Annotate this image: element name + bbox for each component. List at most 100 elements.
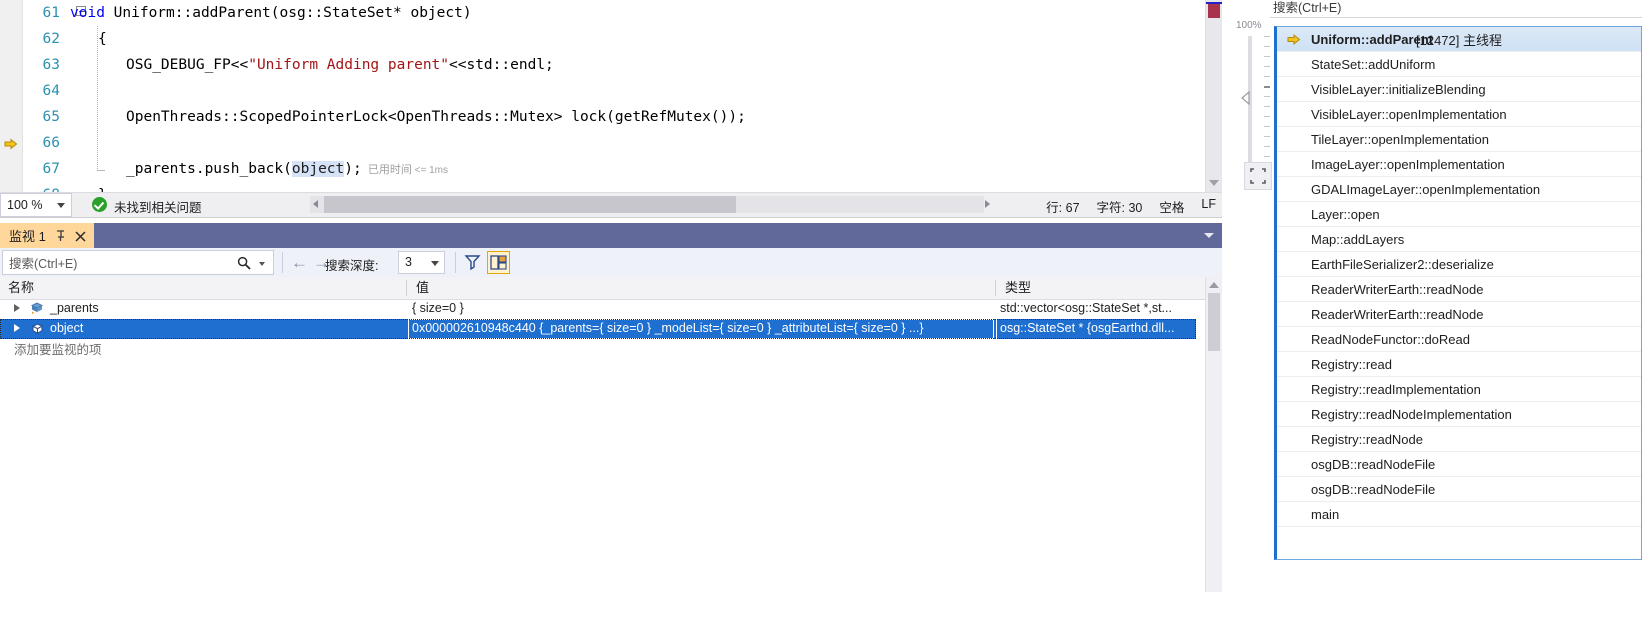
code-line[interactable]: 68} — [22, 182, 1222, 192]
call-stack-frame[interactable]: osgDB::readNodeFile — [1277, 452, 1641, 477]
call-stack-panel: 搜索(Ctrl+E) 100% [12472] 主线程 Uniform::add… — [1222, 0, 1642, 592]
zoom-level-dropdown[interactable]: 100 % — [0, 193, 72, 217]
watch-name-cell: _parents — [50, 301, 99, 315]
code-token: Uniform::addParent(osg::StateSet* object… — [113, 5, 472, 21]
call-stack-frame-label: ReaderWriterEarth::readNode — [1311, 306, 1484, 322]
call-stack-search-input[interactable]: 搜索(Ctrl+E) — [1270, 0, 1642, 18]
tab-watch-1[interactable]: 监视 1 — [0, 223, 94, 248]
search-input[interactable]: 搜索(Ctrl+E) — [2, 250, 274, 275]
code-line[interactable]: 61 void Uniform::addParent(osg::StateSet*… — [22, 0, 1222, 26]
code-token: OpenThreads::ScopedPointerLock<OpenThrea… — [126, 109, 746, 125]
search-options-chevron-icon[interactable] — [259, 262, 265, 266]
search-icon[interactable] — [237, 256, 251, 270]
call-stack-frame[interactable]: ImageLayer::openImplementation — [1277, 152, 1641, 177]
scroll-left-arrow-icon[interactable] — [313, 200, 318, 208]
watch-panel: 监视 1 搜索(Ctrl+E) ← → 搜索深度: 3 名称 值 类型 _par… — [0, 223, 1222, 592]
search-depth-dropdown[interactable]: 3 — [398, 251, 445, 274]
column-divider-2[interactable] — [995, 280, 996, 296]
watch-vertical-scrollbar[interactable] — [1205, 277, 1222, 592]
code-lines[interactable]: 61 void Uniform::addParent(osg::StateSet*… — [22, 0, 1222, 192]
call-stack-frame[interactable]: TileLayer::openImplementation — [1277, 127, 1641, 152]
call-stack-frame[interactable]: VisibleLayer::openImplementation — [1277, 102, 1641, 127]
editor-horizontal-scrollbar[interactable] — [310, 196, 990, 213]
zoom-slider-thumb[interactable] — [1241, 90, 1259, 106]
call-stack-frame[interactable]: Layer::open — [1277, 202, 1641, 227]
call-stack-frame-label: Uniform::addParent — [1311, 31, 1434, 47]
code-line[interactable]: 66 — [22, 130, 1222, 156]
line-number: 64 — [42, 83, 60, 99]
call-stack-frame[interactable]: StateSet::addUniform — [1277, 52, 1641, 77]
call-stack-frame[interactable]: Uniform::addParent — [1277, 27, 1641, 52]
call-stack-frame[interactable]: Map::addLayers — [1277, 227, 1641, 252]
filter-button[interactable] — [462, 251, 485, 274]
call-stack-frame[interactable]: osgDB::readNodeFile — [1277, 477, 1641, 502]
call-stack-frame-label: main — [1311, 506, 1340, 522]
editor-glyph-margin[interactable] — [0, 0, 23, 192]
fit-to-view-button[interactable] — [1244, 162, 1272, 190]
expand-chevron-icon[interactable] — [14, 304, 20, 312]
table-row[interactable]: object 0x000002610948c440 {_parents={ siz… — [0, 319, 1196, 339]
add-item-placeholder: 添加要监视的项 — [14, 343, 102, 357]
watch-add-item-row[interactable]: 添加要监视的项 — [0, 337, 1196, 357]
search-depth-label: 搜索深度: — [325, 259, 379, 273]
chevron-down-icon — [431, 261, 439, 266]
call-stack-frame[interactable]: GDALImageLayer::openImplementation — [1277, 177, 1641, 202]
hex-display-toggle-button[interactable] — [487, 251, 510, 274]
tab-overflow-chevron-icon[interactable] — [1204, 233, 1214, 238]
code-line[interactable]: 65 OpenThreads::ScopedPointerLock<OpenThr… — [22, 104, 1222, 130]
hscroll-thumb[interactable] — [324, 196, 736, 213]
line-number: 63 — [42, 57, 60, 73]
column-divider-1[interactable] — [406, 280, 407, 296]
code-line[interactable]: 62 { — [22, 26, 1222, 52]
call-stack-frame[interactable]: Registry::readNode — [1277, 427, 1641, 452]
column-header-value[interactable]: 值 — [408, 277, 996, 299]
call-stack-frame[interactable]: EarthFileSerializer2::deserialize — [1277, 252, 1641, 277]
code-token: OSG_DEBUG_FP<< — [126, 57, 249, 73]
column-header-type[interactable]: 类型 — [997, 277, 1197, 299]
watch-name-cell: object — [50, 321, 84, 335]
code-text: void Uniform::addParent(osg::StateSet* o… — [70, 0, 472, 26]
code-token: void — [70, 5, 114, 21]
call-stack-frame-label: Registry::readImplementation — [1311, 381, 1481, 397]
vs-debugger-window: 61 void Uniform::addParent(osg::StateSet*… — [0, 0, 1642, 592]
code-line[interactable]: 64 — [22, 78, 1222, 104]
line-number: 62 — [42, 31, 60, 47]
call-stack-list[interactable]: [12472] 主线程 Uniform::addParent StateSet::… — [1274, 26, 1642, 560]
call-stack-frame[interactable]: Registry::readImplementation — [1277, 377, 1641, 402]
call-stack-frame[interactable]: main — [1277, 502, 1641, 527]
watch-value-cell: { size=0 } — [412, 301, 464, 315]
call-stack-frame[interactable]: ReadNodeFunctor::doRead — [1277, 327, 1641, 352]
code-token: ); — [344, 161, 362, 177]
pin-icon[interactable] — [55, 229, 66, 242]
call-stack-frame[interactable]: ReaderWriterEarth::readNode — [1277, 302, 1641, 327]
editor-vertical-scrollbar[interactable] — [1205, 0, 1222, 192]
code-line[interactable]: 67 _parents.push_back(object); 已用时间 <= 1m… — [22, 156, 1222, 182]
call-stack-frame-label: ReadNodeFunctor::doRead — [1311, 331, 1470, 347]
call-stack-frame[interactable]: ReaderWriterEarth::readNode — [1277, 277, 1641, 302]
scroll-down-arrow-icon[interactable] — [1209, 180, 1219, 186]
watch-scroll-thumb[interactable] — [1208, 293, 1220, 351]
call-stack-frame-label: ImageLayer::openImplementation — [1311, 156, 1505, 172]
column-header-name[interactable]: 名称 — [0, 277, 408, 299]
watch-toolbar: 搜索(Ctrl+E) ← → 搜索深度: 3 — [0, 248, 1222, 278]
editor-status-bar: 100 % 未找到相关问题 行: 67 字符: 30 空格 LF — [0, 192, 1222, 218]
struct-icon — [30, 302, 45, 316]
code-line[interactable]: 63 OSG_DEBUG_FP<<"Uniform Adding parent"<… — [22, 52, 1222, 78]
scroll-up-arrow-icon[interactable] — [1209, 282, 1219, 288]
code-editor[interactable]: 61 void Uniform::addParent(osg::StateSet*… — [0, 0, 1222, 192]
call-stack-frame[interactable]: Registry::readNodeImplementation — [1277, 402, 1641, 427]
watch-type-cell: std::vector<osg::StateSet *,st... — [1000, 301, 1172, 315]
search-prev-button[interactable]: ← — [290, 254, 309, 272]
scroll-right-arrow-icon[interactable] — [985, 200, 990, 208]
current-frame-arrow-icon — [1287, 33, 1301, 46]
call-stack-frames: Uniform::addParent StateSet::addUniform Vi… — [1277, 27, 1641, 527]
table-row[interactable]: _parents { size=0 } std::vector<osg::State… — [0, 299, 1196, 319]
watch-table: 名称 值 类型 _parents { size=0 } std::vector<os… — [0, 277, 1222, 592]
call-stack-frame-label: EarthFileSerializer2::deserialize — [1311, 256, 1494, 272]
close-icon[interactable] — [75, 230, 86, 242]
call-stack-frame[interactable]: Registry::read — [1277, 352, 1641, 377]
call-stack-frame-label: VisibleLayer::openImplementation — [1311, 106, 1507, 122]
call-stack-frame[interactable]: VisibleLayer::initializeBlending — [1277, 77, 1641, 102]
status-bar-right-group: 行: 67 字符: 30 空格 LF — [1046, 197, 1216, 216]
elapsed-time-value: <= 1ms — [411, 165, 448, 176]
